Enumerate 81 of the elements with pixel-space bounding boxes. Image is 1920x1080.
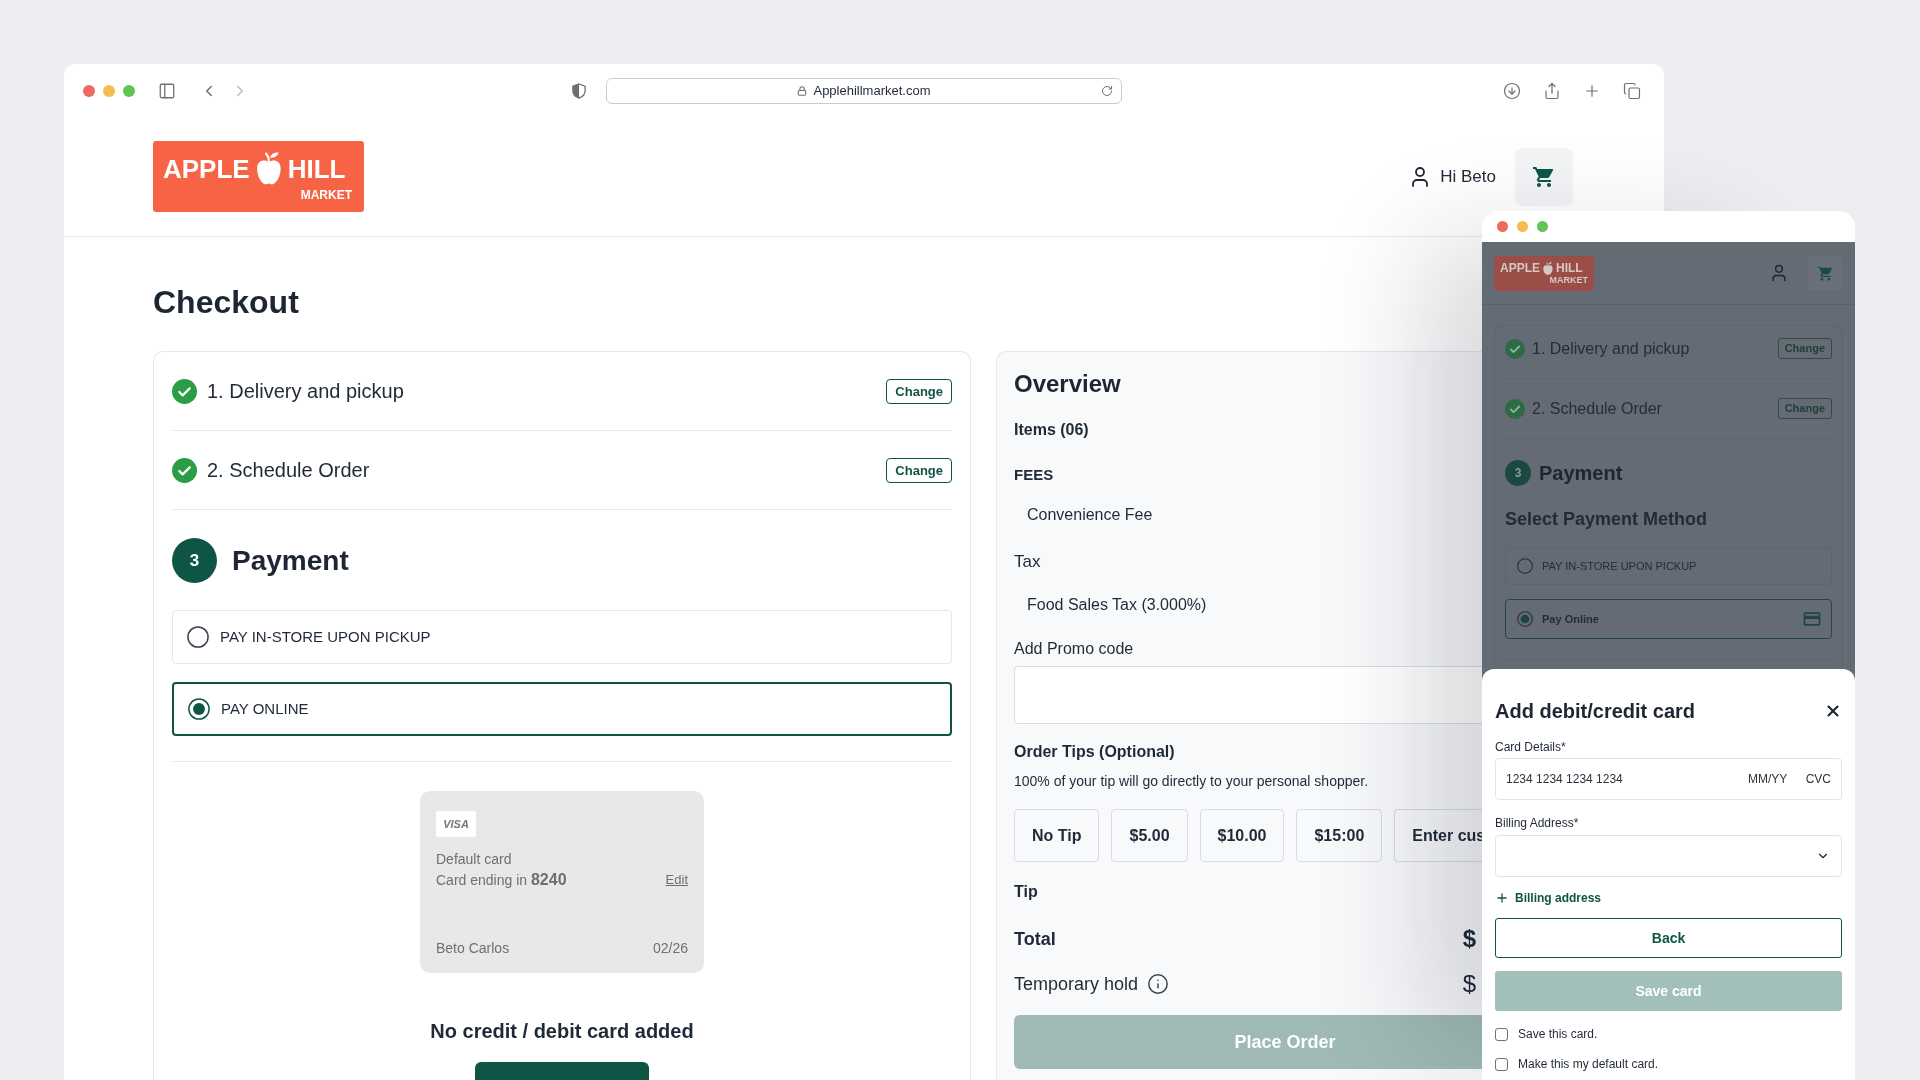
section-title: Payment	[232, 543, 349, 578]
cardholder-name: Beto Carlos	[436, 939, 510, 957]
card-caption: Default card	[436, 850, 512, 868]
info-icon[interactable]	[1147, 973, 1170, 995]
address-bar[interactable]: Applehillmarket.com	[606, 77, 1122, 104]
reload-icon[interactable]	[1101, 84, 1113, 97]
brand-tagline: MARKET	[1549, 275, 1588, 285]
card-number-input[interactable]: 1234 1234 1234 1234	[1506, 771, 1734, 787]
brand-tagline: MARKET	[300, 187, 352, 202]
section-title: Payment	[1539, 461, 1623, 485]
step-number-badge: 3	[172, 538, 217, 583]
fees-heading: FEES	[1014, 465, 1054, 485]
payment-method-heading: Select Payment Method	[1505, 508, 1708, 530]
apple-icon	[1543, 261, 1553, 275]
step-title: 2. Schedule Order	[207, 458, 370, 482]
greeting-text: Hi Beto	[1440, 166, 1496, 187]
sidebar-icon[interactable]	[158, 81, 176, 100]
tips-heading: Order Tips (Optional)	[1014, 742, 1175, 762]
back-button[interactable]: Back	[1495, 918, 1842, 958]
cart-button[interactable]	[1515, 147, 1573, 206]
card-details-field[interactable]: 1234 1234 1234 1234 MM/YY CVC	[1495, 758, 1842, 800]
field-label: Card Details*	[1495, 739, 1566, 755]
lock-icon	[797, 85, 808, 96]
apple-icon	[255, 152, 282, 185]
brand-name: HILL	[287, 154, 346, 183]
total-value: $	[1462, 925, 1476, 953]
temporary-hold-value: $	[1462, 970, 1476, 998]
checkbox[interactable]	[1495, 1057, 1508, 1071]
close-icon[interactable]	[1824, 702, 1842, 720]
checkbox-label: Make this my default card.	[1518, 1056, 1659, 1072]
promo-code-input[interactable]	[1014, 666, 1482, 724]
tax-label: Food Sales Tax (3.000%)	[1027, 595, 1207, 615]
change-button[interactable]: Change	[886, 457, 952, 483]
change-button[interactable]: Change	[886, 378, 952, 404]
credit-card-icon	[1802, 609, 1822, 629]
tip-button[interactable]: $5.00	[1111, 809, 1188, 862]
brand-name: HILL	[1556, 261, 1583, 275]
payment-option[interactable]: PAY IN-STORE UPON PICKUP	[172, 610, 952, 664]
window-close-button[interactable]	[1497, 221, 1508, 232]
promo-label: Add Promo code	[1014, 639, 1134, 659]
tax-heading: Tax	[1014, 551, 1041, 573]
dialog-title: Add debit/credit card	[1495, 699, 1696, 723]
step-title: 1. Delivery and pickup	[1532, 338, 1690, 359]
total-label: Total	[1014, 928, 1056, 950]
items-count: Items (06)	[1014, 420, 1089, 440]
page-title: Checkout	[153, 283, 299, 321]
brand-name: APPLE	[163, 154, 250, 183]
checkbox-label: Save this card.	[1518, 1026, 1598, 1042]
step-title: 1. Delivery and pickup	[207, 379, 404, 403]
empty-card-message: No credit / debit card added	[430, 1019, 694, 1043]
tabs-icon[interactable]	[1623, 81, 1641, 100]
share-icon[interactable]	[1543, 81, 1561, 100]
cart-icon	[1816, 264, 1834, 282]
cvc-input[interactable]: CVC	[1804, 771, 1831, 787]
shield-icon[interactable]	[572, 82, 586, 99]
edit-link[interactable]: Edit	[665, 872, 688, 888]
brand-name: APPLE	[1500, 261, 1540, 275]
card-expiry: 02/26	[652, 939, 688, 957]
step-title: 2. Schedule Order	[1532, 398, 1662, 419]
card-number-text: Card ending in 8240	[436, 871, 567, 889]
temporary-hold-label: Temporary hold	[1014, 973, 1139, 995]
tip-button[interactable]: No Tip	[1014, 809, 1100, 862]
expiry-input[interactable]: MM/YY	[1748, 771, 1790, 787]
logo[interactable]: APPLE HILL MARKET	[1494, 255, 1594, 291]
window-close-button[interactable]	[83, 84, 95, 97]
cart-icon	[1532, 164, 1556, 189]
tip-button[interactable]: $10.00	[1199, 809, 1285, 862]
download-icon[interactable]	[1503, 81, 1521, 100]
tip-button[interactable]: $15:00	[1296, 809, 1383, 862]
fee-label: Convenience Fee	[1027, 505, 1153, 525]
plus-icon	[1495, 891, 1509, 905]
field-label: Billing Address*	[1495, 815, 1579, 831]
checkbox[interactable]	[1495, 1027, 1508, 1041]
payment-option[interactable]: PAY ONLINE	[172, 682, 952, 736]
url-text: Applehillmarket.com	[813, 82, 931, 99]
card-brand-logo: VISA	[436, 811, 476, 837]
overview-title: Overview	[1014, 369, 1121, 399]
tip-label: Tip	[1014, 882, 1038, 902]
tips-note: 100% of your tip will go directly to your personal shopper.	[1014, 772, 1369, 790]
add-billing-address-button[interactable]: Billing address	[1495, 890, 1602, 906]
step-number-badge: 3	[1505, 460, 1531, 486]
